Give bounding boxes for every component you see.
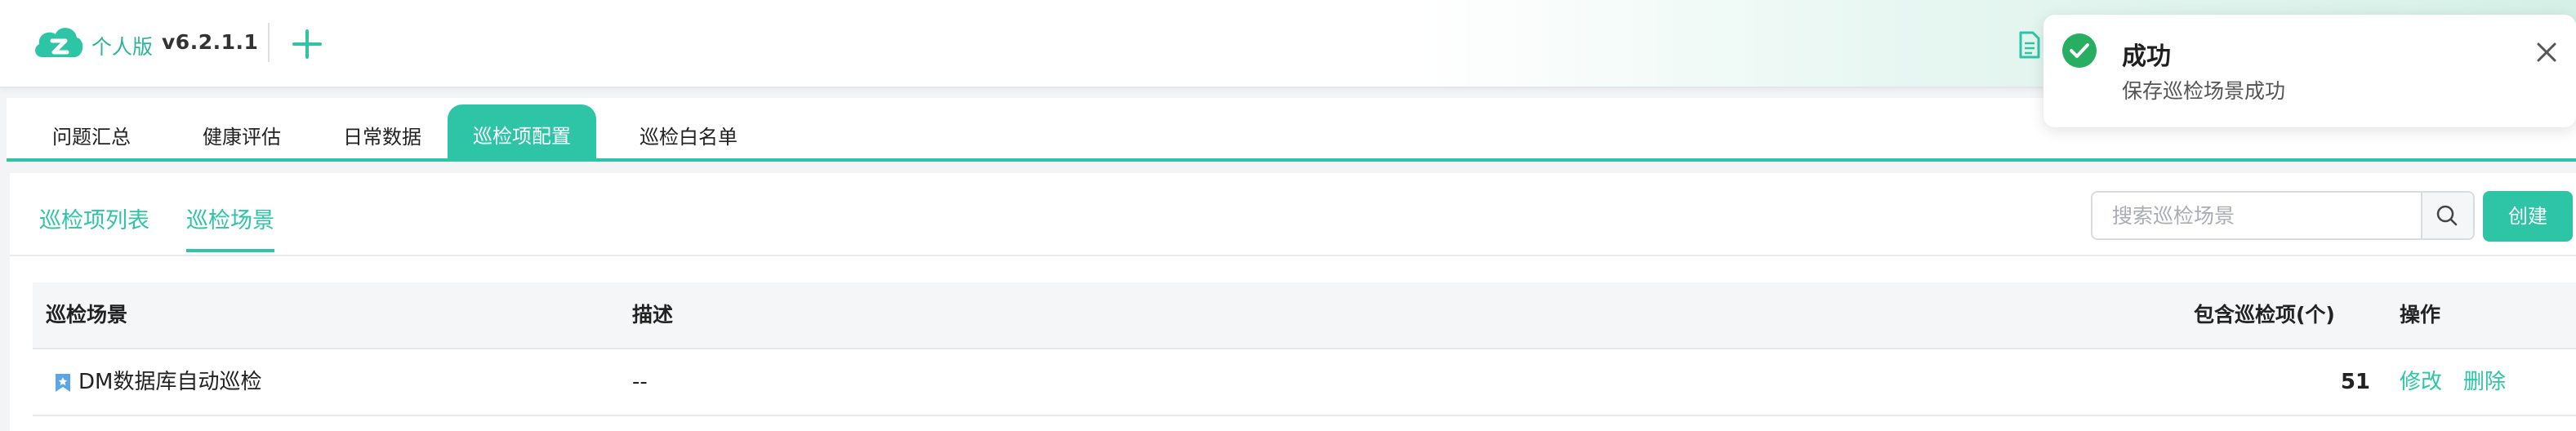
subtab-inspection-scenario[interactable]: 巡检场景 [186, 202, 274, 252]
column-header-actions: 操作 [2400, 303, 2441, 327]
search-icon [2436, 205, 2458, 226]
scenario-name[interactable]: DM数据库自动巡检 [78, 349, 261, 415]
close-icon[interactable] [2530, 36, 2563, 69]
document-icon[interactable] [2017, 31, 2042, 59]
tab-inspection-whitelist[interactable]: 巡检白名单 [624, 113, 753, 162]
toast-title: 成功 [2122, 42, 2171, 71]
toast-message: 保存巡检场景成功 [2122, 79, 2286, 103]
tab-inspection-config[interactable]: 巡检项配置 [448, 104, 596, 162]
scenario-description: -- [632, 370, 648, 394]
search-input[interactable] [2092, 193, 2413, 238]
search-button[interactable] [2421, 193, 2473, 238]
success-toast: 成功 保存巡检场景成功 [2043, 15, 2576, 127]
search-box [2091, 191, 2475, 240]
check-circle-icon [2062, 33, 2097, 68]
column-header-description[interactable]: 描述 [632, 282, 673, 348]
content-panel: 巡检项列表 巡检场景 创建 巡检场景 描述 包含巡检项(个) 操作 DM数据库自… [10, 173, 2576, 431]
tab-health-assessment[interactable]: 健康评估 [189, 113, 294, 162]
create-button[interactable]: 创建 [2483, 191, 2573, 242]
subtab-divider [10, 255, 2576, 256]
item-count: 51 [2340, 370, 2370, 394]
table-header: 巡检场景 描述 包含巡检项(个) 操作 [33, 282, 2576, 349]
edition-label: 个人版 [91, 35, 154, 59]
delete-link[interactable]: 删除 [2463, 349, 2506, 415]
app-logo-icon [35, 28, 83, 57]
column-header-item-count[interactable]: 包含巡检项(个) [2194, 282, 2335, 348]
tabbar-underline [7, 158, 2576, 162]
plus-icon[interactable] [289, 26, 325, 62]
edit-link[interactable]: 修改 [2400, 349, 2442, 415]
tab-issue-summary[interactable]: 问题汇总 [39, 113, 144, 162]
version-label: v6.2.1.1 [162, 30, 259, 54]
bookmark-icon [56, 374, 70, 392]
header-divider [268, 23, 270, 62]
column-header-scenario[interactable]: 巡检场景 [46, 282, 127, 348]
tab-daily-data[interactable]: 日常数据 [330, 113, 435, 162]
subtab-inspection-item-list[interactable]: 巡检项列表 [39, 202, 149, 234]
table-row: DM数据库自动巡检 -- 51 修改 删除 [33, 349, 2576, 416]
